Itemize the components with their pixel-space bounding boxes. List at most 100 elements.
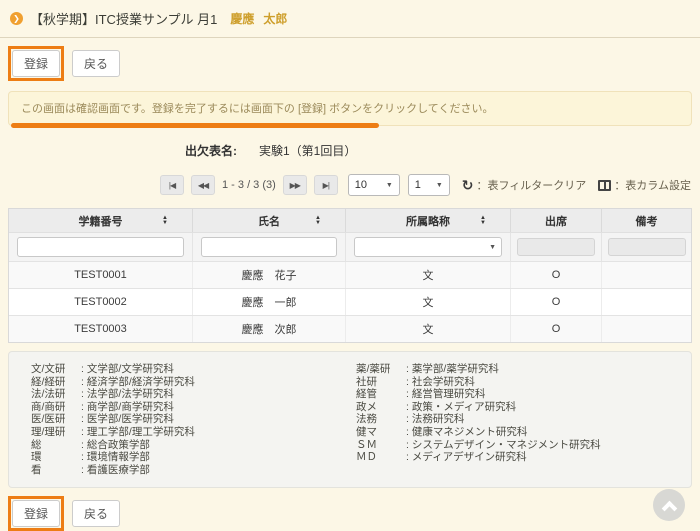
legend-left-column: 文/文研:文学部/文学研究科 経/経研:経済学部/経済学研究科 法/法研:法学部…: [31, 363, 356, 476]
legend-item: 法/法研:法学部/法学研究科: [31, 388, 356, 401]
cell-note: [602, 289, 691, 315]
chevron-right-icon: ❯: [10, 12, 23, 25]
page-header: ❯ 【秋学期】ITC授業サンプル 月1 慶應 太郎: [0, 0, 700, 28]
next-page-icon: ▶▶: [290, 181, 300, 190]
last-page-icon: ▶|: [323, 181, 329, 190]
filter-clear-icon[interactable]: ↻: [462, 177, 474, 194]
chevron-down-icon: ▼: [386, 182, 393, 189]
table-filter-row: ▼: [9, 232, 691, 261]
cell-name: 慶應 一郎: [193, 289, 346, 315]
first-page-icon: |◀: [169, 181, 175, 190]
page-size-select[interactable]: 10 ▼: [348, 174, 400, 196]
column-header-name[interactable]: 氏名 ▲▼: [193, 209, 346, 232]
legend-item: ＭＤ:メディアデザイン研究科: [356, 451, 681, 464]
legend-item: 商/商研:商学部/商学研究科: [31, 401, 356, 414]
column-header-attendance: 出席: [511, 209, 602, 232]
register-button-top[interactable]: 登録: [12, 50, 60, 77]
teacher-family-name-link[interactable]: 慶應: [230, 10, 254, 27]
page-number-select[interactable]: 1 ▼: [408, 174, 450, 196]
teacher-given-name-link[interactable]: 太郎: [263, 10, 287, 27]
legend-item: 法務:法務研究科: [356, 413, 681, 426]
register-highlight-annotation: 登録: [8, 496, 64, 531]
last-page-button[interactable]: ▶|: [314, 175, 338, 195]
sort-icon[interactable]: ▲▼: [162, 216, 168, 226]
legend-item: 理/理研:理工学部/理工学研究科: [31, 426, 356, 439]
legend-right-column: 薬/薬研:薬学部/薬学研究科 社研:社会学研究科 経管:経営管理研究科 政メ:政…: [356, 363, 681, 476]
cell-attendance: O: [511, 262, 602, 288]
table-row[interactable]: TEST0003 慶應 次郎 文 O: [9, 315, 691, 342]
pager-range-text: 1 - 3 / 3 (3): [222, 179, 276, 191]
attendance-sheet-row: 出欠表名: 実験1（第1回目）: [185, 142, 700, 159]
back-button-bottom[interactable]: 戻る: [72, 500, 120, 527]
name-filter-input[interactable]: [201, 237, 337, 257]
bottom-toolbar: 登録 戻る: [8, 496, 700, 531]
column-header-label: 備考: [636, 213, 658, 229]
cell-attendance: O: [511, 289, 602, 315]
column-header-note: 備考: [602, 209, 691, 232]
attendance-sheet-value: 実験1（第1回目）: [259, 142, 356, 159]
confirmation-notice-text: この画面は確認画面です。登録を完了するには画面下の [登録] ボタンをクリックし…: [21, 103, 493, 115]
top-toolbar: 登録 戻る: [8, 46, 700, 81]
cell-student-id: TEST0003: [9, 316, 193, 342]
header-divider: [0, 37, 700, 38]
confirmation-notice: この画面は確認画面です。登録を完了するには画面下の [登録] ボタンをクリックし…: [8, 91, 692, 126]
legend-item: 看:看護医療学部: [31, 464, 356, 477]
legend-item: 文/文研:文学部/文学研究科: [31, 363, 356, 376]
table-row[interactable]: TEST0002 慶應 一郎 文 O: [9, 288, 691, 315]
back-button-top[interactable]: 戻る: [72, 50, 120, 77]
column-header-affiliation[interactable]: 所属略称 ▲▼: [346, 209, 511, 232]
cell-note: [602, 316, 691, 342]
cell-affiliation: 文: [346, 262, 511, 288]
chevron-up-icon: [661, 501, 677, 517]
column-header-label: 学籍番号: [79, 213, 123, 229]
next-page-button[interactable]: ▶▶: [283, 175, 307, 195]
scroll-to-top-button[interactable]: [653, 489, 685, 521]
chevron-down-icon: ▼: [489, 244, 496, 251]
page-size-value: 10: [355, 179, 367, 191]
page-title: 【秋学期】ITC授業サンプル 月1: [30, 9, 217, 28]
legend-item: 政メ:政策・メディア研究科: [356, 401, 681, 414]
cell-name: 慶應 花子: [193, 262, 346, 288]
cell-affiliation: 文: [346, 316, 511, 342]
chevron-down-icon: ▼: [436, 182, 443, 189]
column-header-student-id[interactable]: 学籍番号 ▲▼: [9, 209, 193, 232]
legend-item: 健マ:健康マネジメント研究科: [356, 426, 681, 439]
affiliation-filter-select[interactable]: ▼: [354, 237, 502, 257]
attendance-sheet-label: 出欠表名:: [185, 142, 237, 159]
prev-page-button[interactable]: ◀◀: [191, 175, 215, 195]
legend-item: 社研:社会学研究科: [356, 376, 681, 389]
column-header-label: 出席: [545, 213, 567, 229]
register-highlight-annotation: 登録: [8, 46, 64, 81]
cell-student-id: TEST0002: [9, 289, 193, 315]
column-header-label: 氏名: [258, 213, 280, 229]
notice-underline-annotation: [11, 123, 379, 128]
legend-item: 環:環境情報学部: [31, 451, 356, 464]
legend-item: 経管:経営管理研究科: [356, 388, 681, 401]
cell-note: [602, 262, 691, 288]
table-header-row: 学籍番号 ▲▼ 氏名 ▲▼ 所属略称 ▲▼ 出席 備考: [9, 209, 691, 232]
table-row[interactable]: TEST0001 慶應 花子 文 O: [9, 261, 691, 288]
prev-page-icon: ◀◀: [198, 181, 208, 190]
legend-item: 経/経研:経済学部/経済学研究科: [31, 376, 356, 389]
cell-name: 慶應 次郎: [193, 316, 346, 342]
register-button-bottom[interactable]: 登録: [12, 500, 60, 527]
legend-item: 医/医研:医学部/医学研究科: [31, 413, 356, 426]
attendance-filter-disabled: [517, 238, 595, 256]
legend-item: 総:総合政策学部: [31, 439, 356, 452]
column-settings-label: ：表カラム設定: [614, 177, 691, 193]
column-header-label: 所属略称: [406, 213, 450, 229]
column-settings-icon[interactable]: [598, 180, 611, 191]
legend-item: 薬/薬研:薬学部/薬学研究科: [356, 363, 681, 376]
affiliation-legend: 文/文研:文学部/文学研究科 経/経研:経済学部/経済学研究科 法/法研:法学部…: [8, 351, 692, 488]
student-id-filter-input[interactable]: [17, 237, 184, 257]
first-page-button[interactable]: |◀: [160, 175, 184, 195]
attendance-table: 学籍番号 ▲▼ 氏名 ▲▼ 所属略称 ▲▼ 出席 備考 ▼ TEST0001 慶…: [8, 208, 692, 343]
page-number-value: 1: [415, 179, 421, 191]
legend-item: ＳＭ:システムデザイン・マネジメント研究科: [356, 439, 681, 452]
note-filter-disabled: [608, 238, 686, 256]
sort-icon[interactable]: ▲▼: [480, 216, 486, 226]
filter-clear-label: ：表フィルタークリア: [477, 177, 587, 193]
cell-attendance: O: [511, 316, 602, 342]
cell-affiliation: 文: [346, 289, 511, 315]
sort-icon[interactable]: ▲▼: [315, 216, 321, 226]
